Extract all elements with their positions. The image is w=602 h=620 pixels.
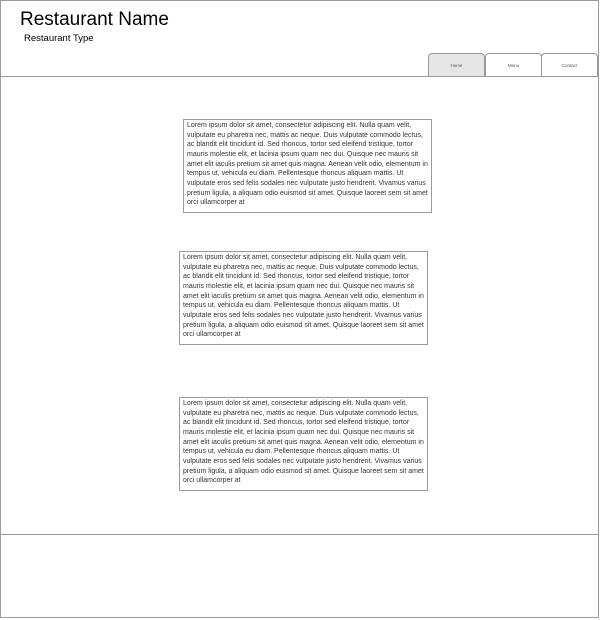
content-text-block-1: Lorem ipsum dolor sit amet, consectetur …: [183, 119, 432, 213]
restaurant-name: Restaurant Name: [20, 9, 169, 30]
restaurant-type: Restaurant Type: [24, 33, 94, 44]
tab-home[interactable]: Home: [428, 53, 485, 76]
content-text-block-2: Lorem ipsum dolor sit amet, consectetur …: [179, 251, 428, 345]
content-text-block-3: Lorem ipsum dolor sit amet, consectetur …: [179, 397, 428, 491]
tab-contact[interactable]: Contact: [541, 53, 598, 76]
footer: [1, 534, 598, 618]
tab-menu[interactable]: Menu: [485, 53, 542, 76]
